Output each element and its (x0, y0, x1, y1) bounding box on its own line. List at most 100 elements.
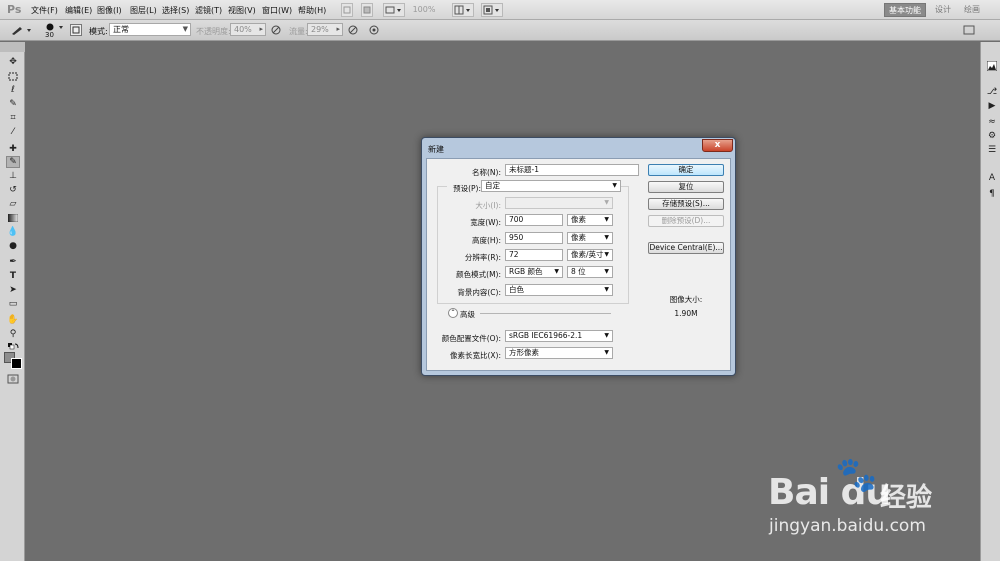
color-profile-select[interactable]: sRGB IEC61966-2.1 ▼ (505, 330, 613, 342)
quick-mask-icon[interactable] (6, 373, 20, 385)
width-unit-select[interactable]: 像素 ▼ (567, 214, 613, 226)
shape-tool-icon[interactable]: ▭ (6, 298, 20, 310)
height-input[interactable]: 950 (505, 232, 563, 244)
chevron-right-icon: ▸ (259, 25, 263, 33)
bit-depth-select[interactable]: 8 位 ▼ (567, 266, 613, 278)
delete-preset-button: 删除预设(D)... (648, 215, 724, 227)
resolution-input[interactable]: 72 (505, 249, 563, 261)
history-brush-tool-icon[interactable]: ↺ (6, 184, 20, 196)
image-size-value: 1.90M (674, 309, 698, 318)
workspace-painting-button[interactable]: 绘画 (962, 3, 982, 17)
dodge-tool-icon[interactable]: ● (6, 240, 20, 252)
background-color-swatch[interactable] (11, 358, 22, 369)
quick-selection-tool-icon[interactable]: ✎ (6, 98, 20, 110)
preset-select[interactable]: 自定 ▼ (481, 180, 621, 192)
brush-size-label: 30 (45, 31, 54, 39)
clone-source-panel-icon[interactable]: ⚙ (986, 130, 998, 142)
size-select: ▼ (505, 197, 613, 209)
document-name-input[interactable]: 未标题-1 (505, 164, 639, 176)
extras-dropdown-icon[interactable] (383, 3, 405, 17)
pixel-aspect-label: 像素长宽比(X): (449, 351, 501, 360)
menu-help[interactable]: 帮助(H) (298, 5, 326, 16)
gradient-tool-icon[interactable] (6, 212, 20, 224)
pressure-opacity-icon[interactable] (270, 24, 282, 36)
zoom-tool-icon[interactable]: ⚲ (6, 328, 20, 340)
chevron-down-icon: ▼ (604, 216, 609, 223)
save-preset-button[interactable]: 存储预设(S)... (648, 198, 724, 210)
arrange-documents-icon[interactable] (452, 3, 474, 17)
pen-tool-icon[interactable]: ✒ (6, 256, 20, 268)
ok-button[interactable]: 确定 (648, 164, 724, 176)
background-label: 背景内容(C): (457, 288, 501, 297)
chevron-down-icon: ▼ (604, 286, 609, 293)
bridge-icon[interactable] (341, 3, 353, 17)
hand-tool-icon[interactable]: ✋ (6, 314, 20, 326)
menu-image[interactable]: 图像(I) (97, 5, 122, 16)
flow-field[interactable]: 29% ▸ (307, 23, 343, 36)
brush-panel-toggle-icon[interactable] (70, 24, 82, 36)
color-swatches[interactable] (4, 352, 24, 370)
workspace-essentials-button[interactable]: 基本功能 (884, 3, 926, 17)
zoom-level[interactable]: 100% (408, 3, 440, 17)
preset-label: 预设(P): (447, 183, 481, 194)
history-panel-icon[interactable]: ⎇ (986, 86, 998, 98)
width-input[interactable]: 700 (505, 214, 563, 226)
clone-stamp-tool-icon[interactable]: ⊥ (6, 170, 20, 182)
advanced-toggle-icon[interactable]: ⌃ (448, 308, 458, 318)
type-tool-icon[interactable]: T (6, 270, 20, 282)
background-contents-select[interactable]: 白色 ▼ (505, 284, 613, 296)
panel-toggle-icon[interactable] (963, 24, 975, 36)
eraser-tool-icon[interactable]: ▱ (6, 198, 20, 210)
eyedropper-tool-icon[interactable]: ⁄ (6, 126, 20, 138)
paragraph-panel-icon[interactable]: ¶ (986, 188, 998, 200)
brush-panel-icon[interactable]: ≈ (986, 116, 998, 128)
tool-preset-picker-icon[interactable] (10, 24, 34, 36)
resolution-unit-select[interactable]: 像素/英寸 ▼ (567, 249, 613, 261)
menu-window[interactable]: 窗口(W) (262, 5, 292, 16)
actions-panel-icon[interactable]: ▶ (986, 100, 998, 112)
lasso-tool-icon[interactable]: ℓ (6, 84, 20, 96)
resolution-label: 分辨率(R): (464, 253, 501, 262)
menu-bar: Ps 文件(F) 编辑(E) 图像(I) 图层(L) 选择(S) 滤镜(T) 视… (0, 0, 1000, 20)
spot-healing-tool-icon[interactable]: ✚ (6, 143, 20, 155)
image-size-label: 图像大小: (669, 295, 703, 304)
menu-filter[interactable]: 滤镜(T) (195, 5, 222, 16)
jingyan-brand: 经验 (880, 483, 933, 513)
color-mode-select[interactable]: RGB 颜色 ▼ (505, 266, 563, 278)
size-label: 大小(I): (475, 201, 501, 210)
brush-tool-icon[interactable]: ✎ (6, 156, 20, 168)
path-selection-tool-icon[interactable]: ➤ (6, 284, 20, 296)
brush-preset-picker[interactable]: 30 (43, 22, 65, 39)
marquee-tool-icon[interactable] (6, 70, 20, 82)
paw-icon: 🐾 (835, 455, 878, 495)
character-panel-icon[interactable]: A (986, 172, 998, 184)
workspace-design-button[interactable]: 设计 (933, 3, 953, 17)
screen-mode-icon[interactable] (481, 3, 503, 17)
opacity-label: 不透明度: (196, 27, 231, 36)
chevron-down-icon: ▼ (554, 268, 559, 275)
menu-file[interactable]: 文件(F) (31, 5, 58, 16)
blur-tool-icon[interactable]: 💧 (6, 226, 20, 238)
menu-view[interactable]: 视图(V) (228, 5, 256, 16)
menu-select[interactable]: 选择(S) (162, 5, 189, 16)
advanced-label[interactable]: 高级 (460, 309, 478, 320)
tools-panel: ✥ ℓ ✎ ⌗ ⁄ ✚ ✎ ⊥ ↺ ▱ 💧 ● ✒ T ➤ ▭ ✋ ⚲ (0, 42, 25, 561)
blend-mode-select[interactable]: 正常 ▼ (109, 23, 191, 36)
move-tool-icon[interactable]: ✥ (6, 56, 20, 68)
histogram-panel-icon[interactable] (986, 60, 998, 72)
close-button[interactable]: x (702, 139, 733, 152)
tool-presets-panel-icon[interactable]: ☰ (986, 144, 998, 156)
height-unit-select[interactable]: 像素 ▼ (567, 232, 613, 244)
reset-button[interactable]: 复位 (648, 181, 724, 193)
airbrush-icon[interactable] (347, 24, 359, 36)
pixel-aspect-select[interactable]: 方形像素 ▼ (505, 347, 613, 359)
dialog-body: 名称(N): 未标题-1 预设(P): 自定 ▼ 大小(I): ▼ 宽度(W): … (426, 158, 731, 371)
menu-edit[interactable]: 编辑(E) (65, 5, 92, 16)
minibridge-icon[interactable] (361, 3, 373, 17)
device-central-button[interactable]: Device Central(E)... (648, 242, 724, 254)
tools-panel-header[interactable] (0, 42, 25, 52)
opacity-field[interactable]: 40% ▸ (230, 23, 266, 36)
crop-tool-icon[interactable]: ⌗ (6, 112, 20, 124)
menu-layer[interactable]: 图层(L) (130, 5, 157, 16)
pressure-size-icon[interactable] (368, 24, 380, 36)
